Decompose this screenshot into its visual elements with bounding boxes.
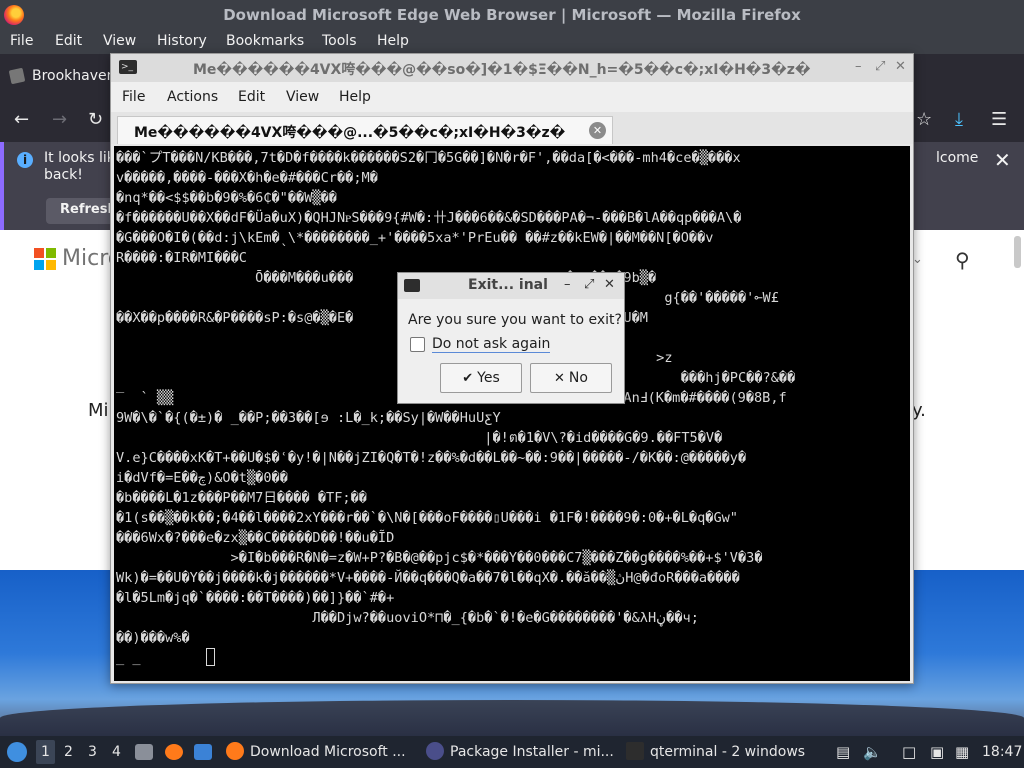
- yes-button[interactable]: ✔ Yes: [440, 363, 522, 393]
- no-button[interactable]: ✕ No: [530, 363, 612, 393]
- dialog-title: Exit... inal: [468, 277, 548, 293]
- show-desktop-icon[interactable]: [194, 744, 212, 760]
- firefox-icon: [226, 742, 244, 760]
- taskbar: 1 2 3 4 Download Microsoft ... Package I…: [0, 736, 1024, 768]
- dialog-question: Are you sure you want to exit?: [408, 312, 622, 328]
- terminal-menu-help[interactable]: Help: [339, 89, 371, 105]
- tray-notes-icon[interactable]: ▤: [836, 743, 850, 761]
- file-manager-icon[interactable]: [135, 744, 153, 760]
- firefox-launcher-icon[interactable]: [165, 744, 183, 760]
- terminal-menu-edit[interactable]: Edit: [238, 89, 265, 105]
- x-icon: ✕: [554, 371, 565, 386]
- terminal-screen[interactable]: ���`プT���N/KB���,7t�D�f����k������S2�冂�5…: [114, 146, 910, 681]
- notification-text-right: lcome: [936, 150, 979, 166]
- hamburger-menu-icon[interactable]: ☰: [991, 109, 1007, 130]
- page-text-left: Mi: [88, 400, 109, 421]
- clipboard-icon[interactable]: □: [902, 743, 916, 761]
- terminal-titlebar[interactable]: >_ Me������4VX咵���@��so�]�1�$Ξ��N_h=�5��…: [111, 54, 913, 82]
- forward-icon[interactable]: →: [52, 109, 67, 130]
- dialog-minimize-icon[interactable]: –: [564, 277, 571, 292]
- exit-dialog: Exit... inal – ⤢ ✕ Are you sure you want…: [397, 272, 625, 404]
- task-package-label: Package Installer - mi...: [450, 744, 614, 760]
- terminal-task-icon: [626, 742, 644, 760]
- clock: 18:47: [982, 744, 1023, 760]
- menu-history[interactable]: History: [157, 33, 207, 49]
- microsoft-logo-icon[interactable]: [34, 248, 56, 270]
- terminal-menu-view[interactable]: View: [286, 89, 319, 105]
- yes-button-label: Yes: [477, 370, 500, 386]
- menu-edit[interactable]: Edit: [55, 33, 82, 49]
- terminal-cursor: [206, 648, 215, 666]
- workspace-4[interactable]: 4: [112, 744, 121, 760]
- terminal-tab-label: Me������4VX咵���@...�5��c�;xI�H�3�z�: [134, 125, 566, 141]
- info-icon: i: [17, 152, 33, 168]
- no-button-label: No: [568, 370, 588, 386]
- workspace-2[interactable]: 2: [64, 744, 73, 760]
- check-icon: ✔: [462, 371, 474, 386]
- do-not-ask-checkbox[interactable]: [410, 337, 425, 352]
- hero-landscape: [0, 700, 1024, 736]
- window-title: Download Microsoft Edge Web Browser | Mi…: [223, 6, 801, 24]
- reload-icon[interactable]: ↻: [88, 109, 103, 130]
- download-icon[interactable]: ⤓: [955, 109, 963, 130]
- tab-brookhaven[interactable]: Brookhaven: [32, 68, 116, 84]
- task-qterminal[interactable]: qterminal - 2 windows: [626, 736, 816, 768]
- dialog-close-icon[interactable]: ✕: [604, 277, 615, 292]
- workspace-1[interactable]: 1: [36, 740, 55, 764]
- dialog-maximize-icon[interactable]: ⤢: [584, 277, 594, 292]
- notification-close-icon[interactable]: ✕: [994, 148, 1011, 172]
- firefox-titlebar: Download Microsoft Edge Web Browser | Mi…: [0, 0, 1024, 30]
- task-qterminal-label: qterminal - 2 windows: [650, 744, 806, 760]
- close-icon[interactable]: ✕: [895, 59, 906, 74]
- menu-tools[interactable]: Tools: [322, 33, 357, 49]
- menu-bookmarks[interactable]: Bookmarks: [226, 33, 304, 49]
- search-icon[interactable]: ⚲: [955, 248, 970, 272]
- package-icon: [426, 742, 444, 760]
- terminal-icon: >_: [119, 60, 137, 74]
- terminal-menubar: File Actions Edit View Help: [111, 82, 913, 112]
- task-firefox[interactable]: Download Microsoft ...: [226, 736, 416, 768]
- tab-favicon-icon: [8, 67, 26, 85]
- dialog-terminal-icon: [404, 279, 420, 292]
- page-text-right: y.: [912, 400, 926, 421]
- tab-close-icon[interactable]: ✕: [589, 122, 606, 139]
- firefox-menubar: File Edit View History Bookmarks Tools H…: [0, 30, 1024, 54]
- menu-view[interactable]: View: [103, 33, 136, 49]
- workspace-3[interactable]: 3: [88, 744, 97, 760]
- terminal-tabbar: Me������4VX咵���@...�5��c�;xI�H�3�z� ✕: [111, 112, 913, 144]
- menu-help[interactable]: Help: [377, 33, 409, 49]
- task-package-installer[interactable]: Package Installer - mi...: [426, 736, 616, 768]
- terminal-tab[interactable]: Me������4VX咵���@...�5��c�;xI�H�3�z� ✕: [117, 116, 613, 144]
- notification-text-line2: back!: [44, 167, 83, 183]
- maximize-icon[interactable]: ⤢: [875, 59, 885, 74]
- dialog-titlebar[interactable]: Exit... inal – ⤢ ✕: [398, 273, 624, 299]
- page-scrollbar[interactable]: [1014, 236, 1021, 268]
- task-firefox-label: Download Microsoft ...: [250, 744, 406, 760]
- terminal-menu-actions[interactable]: Actions: [167, 89, 218, 105]
- do-not-ask-label[interactable]: Do not ask again: [432, 336, 551, 353]
- terminal-title: Me������4VX咵���@��so�]�1�$Ξ��N_h=�5��c�;…: [193, 62, 811, 78]
- terminal-menu-file[interactable]: File: [122, 89, 145, 105]
- network-icon[interactable]: ▦: [955, 743, 969, 761]
- minimize-icon[interactable]: –: [855, 59, 862, 74]
- volume-icon[interactable]: 🔈: [863, 743, 882, 761]
- menu-file[interactable]: File: [10, 33, 33, 49]
- display-icon[interactable]: ▣: [930, 743, 944, 761]
- terminal-output: ���`プT���N/KB���,7t�D�f����k������S2�冂�5…: [116, 150, 796, 666]
- start-menu-icon[interactable]: [7, 742, 27, 762]
- bookmark-star-icon[interactable]: ☆: [916, 109, 932, 130]
- back-icon[interactable]: ←: [14, 109, 29, 130]
- refresh-button[interactable]: Refresh: [46, 198, 120, 224]
